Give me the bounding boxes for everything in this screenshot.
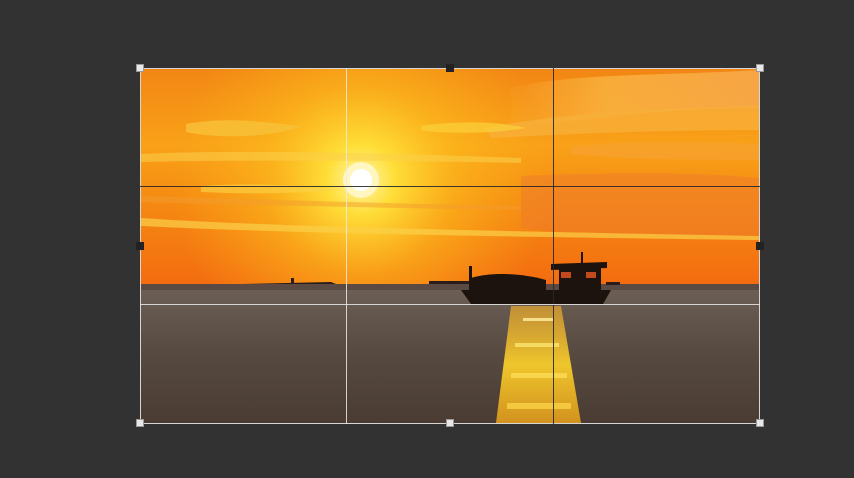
sunset-photo	[141, 68, 759, 423]
grid-line-vertical-1	[346, 68, 347, 424]
editor-canvas	[0, 0, 854, 478]
crop-handle-middle-left[interactable]	[136, 242, 144, 250]
crop-handle-bottom-left[interactable]	[136, 419, 144, 427]
crop-handle-middle-right[interactable]	[756, 242, 764, 250]
crop-handle-top-right[interactable]	[756, 64, 764, 72]
grid-line-vertical-2	[553, 68, 554, 424]
grid-line-horizontal-1	[140, 186, 760, 187]
crop-handle-bottom-center[interactable]	[446, 419, 454, 427]
crop-handle-top-center[interactable]	[446, 64, 454, 72]
cropped-image[interactable]	[141, 68, 759, 423]
crop-handle-top-left[interactable]	[136, 64, 144, 72]
crop-handle-bottom-right[interactable]	[756, 419, 764, 427]
grid-line-horizontal-2	[140, 304, 760, 305]
